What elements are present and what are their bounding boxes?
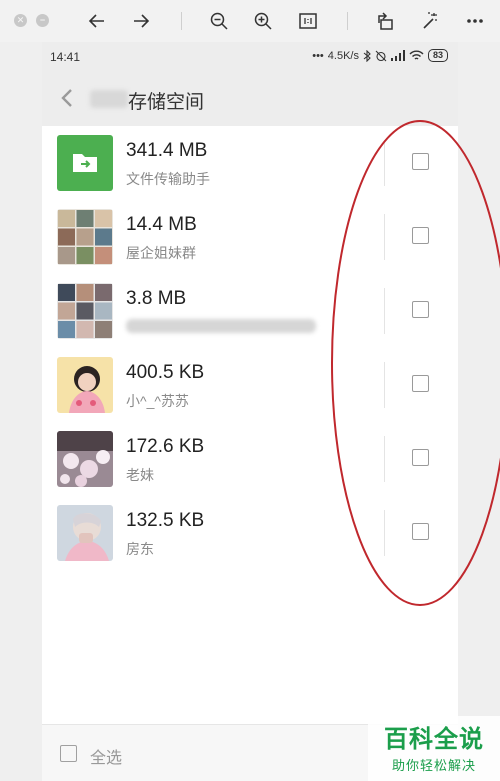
status-time: 14:41 (50, 50, 81, 64)
more-options-icon[interactable] (462, 8, 488, 34)
list-item[interactable]: 14.4 MB 屋企姐妹群 (42, 200, 458, 274)
chat-name: 屋企姐妹群 (126, 245, 196, 261)
network-speed: 4.5K/s (327, 49, 359, 62)
close-window-icon[interactable]: ✕ (14, 14, 27, 27)
file-transfer-avatar (57, 135, 113, 191)
page-title: 存储空间 (128, 92, 205, 113)
bluetooth-icon (363, 49, 371, 62)
toolbar-divider (181, 12, 182, 30)
row-divider (384, 288, 385, 334)
row-checkbox[interactable] (412, 227, 429, 244)
storage-size: 3.8 MB (126, 288, 187, 309)
blurred-chat-name (126, 319, 316, 333)
list-item[interactable]: 172.6 KB 老妹 (42, 422, 458, 496)
notification-dots: ••• (312, 49, 324, 62)
chat-name: 房东 (126, 541, 154, 557)
rotate-icon[interactable] (372, 8, 398, 34)
storage-size: 172.6 KB (126, 436, 205, 457)
phone-screenshot: 14:41 ••• 4.5K/s 83 存储空间 341.4 MB 文件传输助手… (42, 42, 458, 781)
signal-icon (390, 50, 405, 61)
list-item[interactable]: 341.4 MB 文件传输助手 (42, 126, 458, 200)
row-divider (384, 140, 385, 186)
storage-size: 400.5 KB (126, 362, 205, 383)
storage-size: 132.5 KB (126, 510, 205, 531)
list-item[interactable]: 3.8 MB (42, 274, 458, 348)
minimize-window-icon[interactable]: − (36, 14, 49, 27)
row-checkbox[interactable] (412, 449, 429, 466)
storage-size: 341.4 MB (126, 140, 208, 161)
contact-avatar (57, 357, 113, 413)
image-viewer-toolbar: ✕ − (0, 0, 500, 42)
watermark-title: 百科全说 (384, 725, 484, 753)
list-item[interactable]: 132.5 KB 房东 (42, 496, 458, 570)
contact-avatar (57, 505, 113, 561)
select-all-checkbox[interactable] (60, 745, 77, 762)
group-avatar (57, 209, 113, 265)
select-all-label[interactable]: 全选 (90, 744, 122, 768)
list-item[interactable]: 400.5 KB 小^_^苏苏 (42, 348, 458, 422)
forward-arrow-icon[interactable] (128, 8, 154, 34)
chat-storage-list: 341.4 MB 文件传输助手 14.4 MB 屋企姐妹群 3.8 MB 400… (42, 126, 458, 570)
row-divider (384, 214, 385, 260)
back-icon[interactable] (56, 86, 80, 110)
back-arrow-icon[interactable] (84, 8, 110, 34)
chat-name: 老妹 (126, 467, 154, 483)
chat-name: 小^_^苏苏 (126, 393, 189, 409)
row-checkbox[interactable] (412, 523, 429, 540)
blurred-title-prefix (90, 90, 128, 108)
magic-wand-icon[interactable] (417, 8, 443, 34)
folder-arrow-icon (73, 154, 97, 172)
status-indicators: ••• 4.5K/s 83 (312, 49, 448, 62)
alarm-off-icon (375, 50, 387, 61)
row-divider (384, 362, 385, 408)
row-divider (384, 436, 385, 482)
row-checkbox[interactable] (412, 153, 429, 170)
actual-size-icon[interactable] (295, 8, 321, 34)
storage-size: 14.4 MB (126, 214, 197, 235)
zoom-in-icon[interactable] (250, 8, 276, 34)
status-bar: 14:41 ••• 4.5K/s 83 (42, 42, 458, 72)
row-checkbox[interactable] (412, 375, 429, 392)
zoom-out-icon[interactable] (206, 8, 232, 34)
battery-indicator: 83 (427, 49, 448, 62)
wifi-icon (409, 50, 424, 60)
title-bar: 存储空间 (42, 72, 458, 126)
chat-name: 文件传输助手 (126, 171, 210, 187)
row-divider (384, 510, 385, 556)
watermark-slogan: 助你轻松解决 (391, 759, 476, 774)
contact-avatar (57, 431, 113, 487)
watermark-logo: 百科全说 助你轻松解决 (368, 716, 500, 781)
toolbar-divider (347, 12, 348, 30)
row-checkbox[interactable] (412, 301, 429, 318)
group-avatar (57, 283, 113, 339)
